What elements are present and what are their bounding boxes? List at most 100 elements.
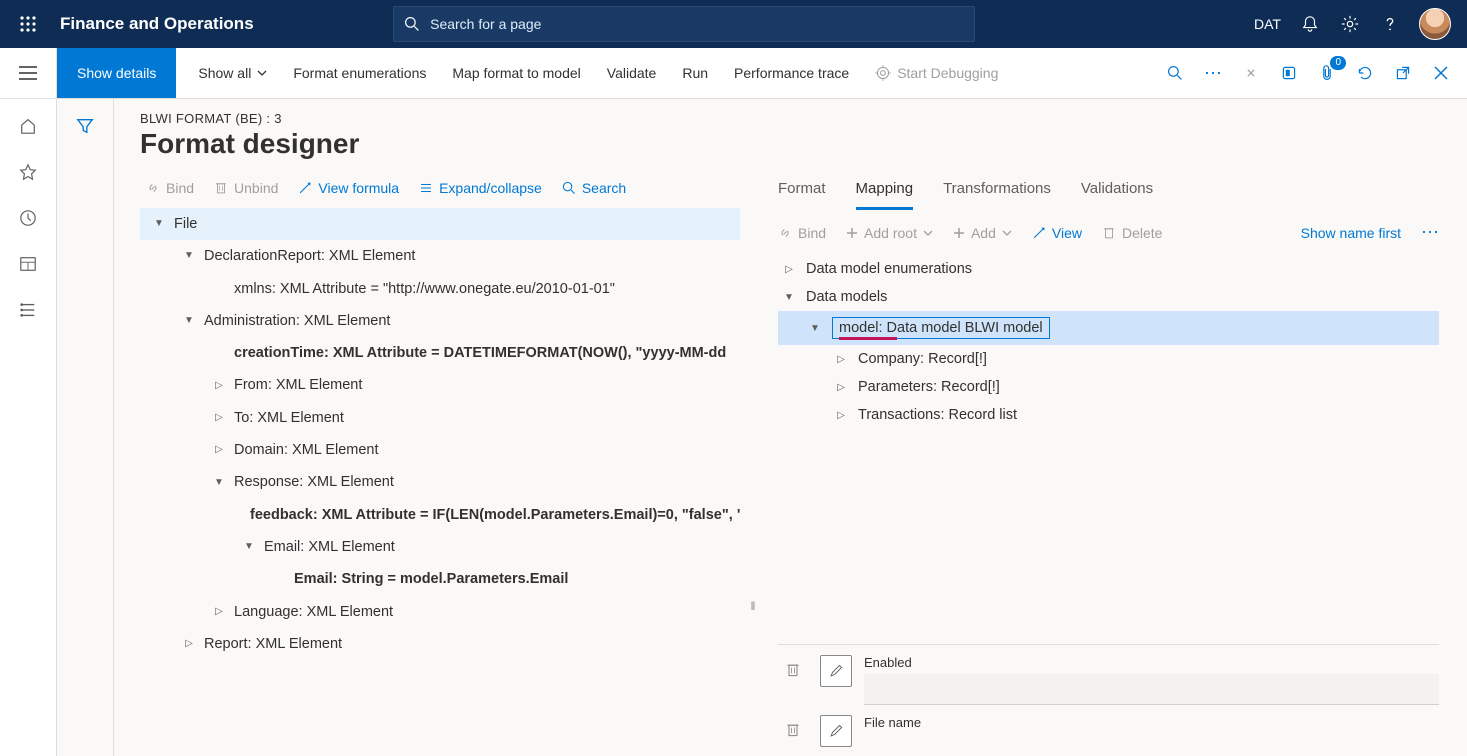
prop-delete-icon[interactable]: [778, 655, 808, 685]
map-format-to-model-button[interactable]: Map format to model: [452, 65, 580, 81]
expand-icon[interactable]: ▷: [782, 264, 796, 275]
tree-node[interactable]: ▷Language: XML Element: [140, 596, 740, 628]
tree-node[interactable]: ▼ Response: XML Element: [140, 466, 740, 498]
collapse-icon[interactable]: ▼: [808, 323, 822, 334]
map-bind-button[interactable]: Bind: [778, 225, 826, 241]
collapse-icon[interactable]: ▼: [782, 292, 796, 303]
expand-icon[interactable]: ▷: [182, 637, 196, 651]
tree-node[interactable]: creationTime: XML Attribute = DATETIMEFO…: [140, 337, 740, 369]
mapping-node-label: Data models: [806, 289, 887, 305]
tree-node-label: Administration: XML Element: [204, 311, 390, 331]
office-icon[interactable]: [1279, 63, 1299, 83]
unbind-button[interactable]: Unbind: [214, 180, 278, 196]
mapping-node[interactable]: ▷Data model enumerations: [778, 255, 1439, 283]
notifications-icon[interactable]: [1299, 13, 1321, 35]
app-title: Finance and Operations: [60, 14, 254, 34]
mapping-tree[interactable]: ▷Data model enumerations ▼ Data models ▼mod…: [778, 255, 1439, 429]
expand-icon[interactable]: ▷: [834, 354, 848, 365]
view-button[interactable]: View: [1032, 225, 1082, 241]
find-icon[interactable]: [1165, 63, 1185, 83]
format-enumerations-button[interactable]: Format enumerations: [293, 65, 426, 81]
show-all-button[interactable]: Show all: [198, 65, 267, 81]
workspaces-icon[interactable]: [19, 255, 37, 273]
attach-icon[interactable]: 0: [1317, 63, 1337, 83]
performance-trace-button[interactable]: Performance trace: [734, 65, 849, 81]
run-button[interactable]: Run: [682, 65, 708, 81]
global-search-input[interactable]: Search for a page: [393, 6, 975, 42]
expand-icon[interactable]: ▷: [834, 410, 848, 421]
bind-button[interactable]: Bind: [146, 180, 194, 196]
show-details-button[interactable]: Show details: [57, 48, 176, 98]
tree-node-label: feedback: XML Attribute = IF(LEN(model.P…: [250, 505, 740, 525]
tab-transformations[interactable]: Transformations: [943, 174, 1051, 210]
map-more-icon[interactable]: ⋯: [1421, 222, 1439, 243]
add-root-button[interactable]: Add root: [846, 225, 933, 241]
properties-pane: Enabled File name: [778, 644, 1439, 756]
refresh-icon[interactable]: [1355, 63, 1375, 83]
validate-button[interactable]: Validate: [607, 65, 657, 81]
more-icon[interactable]: ⋯: [1203, 63, 1223, 83]
prop-edit-icon[interactable]: [820, 715, 852, 747]
tree-node[interactable]: ▼ Email: XML Element: [140, 531, 740, 563]
delete-button[interactable]: Delete: [1102, 225, 1162, 241]
filter-column: [57, 99, 114, 756]
home-icon[interactable]: [19, 117, 37, 135]
prop-delete-icon[interactable]: [778, 715, 808, 745]
collapse-icon[interactable]: ▼: [212, 476, 226, 490]
expand-collapse-button[interactable]: Expand/collapse: [419, 180, 542, 196]
company-code[interactable]: DAT: [1254, 13, 1281, 35]
expand-icon[interactable]: ▷: [834, 382, 848, 393]
recent-icon[interactable]: [19, 209, 37, 227]
collapse-icon[interactable]: ▼: [242, 540, 256, 554]
modules-icon[interactable]: [19, 301, 37, 319]
tree-node[interactable]: ▷Domain: XML Element: [140, 434, 740, 466]
app-launcher-icon[interactable]: [10, 6, 46, 42]
close-icon[interactable]: [1431, 63, 1451, 83]
view-formula-button[interactable]: View formula: [298, 180, 399, 196]
expand-icon[interactable]: ▷: [212, 605, 226, 619]
expand-icon[interactable]: ▷: [212, 411, 226, 425]
tree-node-label: Email: XML Element: [264, 537, 395, 557]
tree-node[interactable]: ▷Report: XML Element: [140, 628, 740, 660]
tree-search-button[interactable]: Search: [562, 180, 626, 196]
tree-node-label: Response: XML Element: [234, 472, 394, 492]
tree-node[interactable]: ▷From: XML Element: [140, 369, 740, 401]
mapping-node[interactable]: ▼ Data models: [778, 283, 1439, 311]
tree-node[interactable]: Email: String = model.Parameters.Email: [140, 563, 740, 595]
mapping-node[interactable]: ▼model: Data model BLWI model: [778, 311, 1439, 345]
tree-node[interactable]: feedback: XML Attribute = IF(LEN(model.P…: [140, 499, 740, 531]
tree-node-file[interactable]: ▼ File: [140, 208, 740, 240]
prop-edit-icon[interactable]: [820, 655, 852, 687]
format-tree[interactable]: ▼ File ▼ DeclarationReport: XML Element xm…: [140, 208, 740, 756]
settings-icon[interactable]: [1339, 13, 1361, 35]
collapse-icon[interactable]: ▼: [182, 314, 196, 328]
show-name-first-button[interactable]: Show name first: [1301, 225, 1401, 241]
collapse-icon[interactable]: ▼: [152, 217, 166, 231]
mapping-node[interactable]: ▷Company: Record[!]: [778, 345, 1439, 373]
start-debugging-button[interactable]: Start Debugging: [875, 65, 998, 81]
tree-node[interactable]: ▼ Administration: XML Element: [140, 305, 740, 337]
filter-icon[interactable]: [76, 117, 94, 756]
link-icon[interactable]: [1241, 63, 1261, 83]
mapping-node[interactable]: ▷Transactions: Record list: [778, 401, 1439, 429]
tree-node[interactable]: xmlns: XML Attribute = "http://www.onega…: [140, 273, 740, 305]
user-avatar[interactable]: [1419, 8, 1451, 40]
tree-node[interactable]: ▼ DeclarationReport: XML Element: [140, 240, 740, 272]
favorites-icon[interactable]: [19, 163, 37, 181]
tree-node-label: Email: String = model.Parameters.Email: [294, 569, 568, 589]
add-button[interactable]: Add: [953, 225, 1012, 241]
help-icon[interactable]: [1379, 13, 1401, 35]
tree-node-label: DeclarationReport: XML Element: [204, 246, 415, 266]
popout-icon[interactable]: [1393, 63, 1413, 83]
tab-validations[interactable]: Validations: [1081, 174, 1153, 210]
enabled-input[interactable]: [864, 674, 1439, 705]
panel-splitter[interactable]: ‖: [748, 454, 758, 756]
expand-icon[interactable]: ▷: [212, 443, 226, 457]
collapse-icon[interactable]: ▼: [182, 249, 196, 263]
tab-format[interactable]: Format: [778, 174, 826, 210]
nav-toggle-icon[interactable]: [0, 48, 57, 98]
mapping-node[interactable]: ▷Parameters: Record[!]: [778, 373, 1439, 401]
tree-node[interactable]: ▷To: XML Element: [140, 402, 740, 434]
expand-icon[interactable]: ▷: [212, 379, 226, 393]
tab-mapping[interactable]: Mapping: [856, 174, 914, 210]
